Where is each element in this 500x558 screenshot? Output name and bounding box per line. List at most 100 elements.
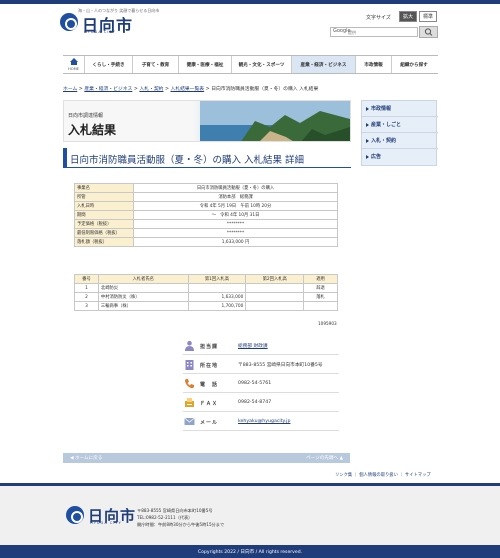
hero-subtitle: 日向市調達情報 bbox=[68, 113, 104, 119]
footer-links[interactable]: リンク集 ｜ 個人情報の取り扱い ｜ サイトマップ bbox=[335, 472, 431, 478]
breadcrumb-results-list[interactable]: 入札結果一覧表 bbox=[171, 87, 205, 92]
global-nav: HOME くらし・手続き 子育て・教育 健康・医療・福祉 観光・文化・スポーツ … bbox=[63, 55, 438, 74]
side-menu-item-ads[interactable]: 広告 bbox=[362, 149, 438, 165]
footer-address: 〒883-8555 宮崎県日向市本町10番5号 bbox=[137, 508, 213, 513]
table-cell: 三輪商事（株） bbox=[97, 301, 189, 311]
info-label: 最低制限価格（税抜） bbox=[74, 228, 134, 238]
city-logo-icon[interactable] bbox=[60, 13, 78, 31]
font-size-label: 文字サイズ bbox=[366, 15, 391, 21]
footer-phone: TEL:0982-52-2111（代表） bbox=[137, 515, 193, 520]
table-cell: 1,700,700 bbox=[187, 301, 247, 311]
nav-item-city-info[interactable]: 市政情報 bbox=[356, 56, 392, 73]
side-menu-item-city-info[interactable]: 市政情報 bbox=[362, 101, 438, 117]
page-title: 日向市消防職員活動服（夏・冬）の購入 入札結果 詳細 bbox=[70, 155, 305, 166]
side-menu-item-industry[interactable]: 産業・しごと bbox=[362, 117, 438, 133]
table-row: 落札額（税抜） 1,633,000 円 bbox=[74, 237, 338, 247]
breadcrumb-current: 日向市消防職員活動服（夏・冬）の購入 入札結果 bbox=[211, 87, 319, 92]
table-cell: 辞退 bbox=[303, 283, 338, 293]
table-row: 2 中村消防防災（株） 1,633,000 落札 bbox=[74, 292, 338, 302]
table-row: 3 三輪商事（株） 1,700,700 bbox=[74, 301, 338, 311]
nav-item-organization[interactable]: 組織から探す bbox=[392, 56, 436, 73]
info-value: 日向市消防職員活動服（夏・冬）の購入 bbox=[133, 183, 338, 193]
contact-dept-link[interactable]: 総務部 財政課 bbox=[238, 343, 268, 349]
font-size-large-button[interactable]: 拡大 bbox=[399, 11, 417, 22]
side-menu-item-bidding[interactable]: 入札・契約 bbox=[362, 133, 438, 149]
table-row: 1 北崎防災 辞退 bbox=[74, 283, 338, 293]
table-row: 事業名 日向市消防職員活動服（夏・冬）の購入 bbox=[74, 183, 338, 193]
fax-icon bbox=[185, 398, 194, 407]
table-cell: 1,633,000 bbox=[187, 292, 247, 302]
info-value: 1,633,000 円 bbox=[133, 237, 338, 247]
page-id-note: 1095903 bbox=[318, 321, 337, 326]
info-value: 消防本部 総務課 bbox=[133, 192, 338, 202]
table-cell: 北崎防災 bbox=[97, 283, 189, 293]
info-label: 期間 bbox=[74, 210, 134, 220]
chevron-up-icon: ▲ bbox=[338, 456, 344, 461]
info-label: 入札日時 bbox=[74, 201, 134, 211]
phone-icon bbox=[185, 379, 194, 389]
column-header: 第1回入札高 bbox=[187, 274, 247, 284]
building-icon bbox=[185, 360, 194, 370]
search-icon bbox=[424, 28, 433, 36]
hero-title: 入札結果 bbox=[68, 123, 117, 137]
contact-phone-label: 電 話 bbox=[200, 382, 219, 388]
font-size-standard-button[interactable]: 標準 bbox=[419, 11, 437, 22]
back-to-top-label: ページの先頭へ bbox=[306, 456, 339, 461]
bidders-table: 番号 入札者氏名 第1回入札高 第2回入札高 適用 1 北崎防災 辞退 2 中村… bbox=[74, 274, 338, 311]
info-label: 所管 bbox=[74, 192, 134, 202]
table-cell bbox=[245, 283, 305, 293]
breadcrumb-separator: > bbox=[78, 87, 83, 92]
breadcrumb-home[interactable]: ホーム bbox=[63, 87, 77, 92]
info-value: ******** bbox=[133, 228, 338, 238]
contact-mail-link[interactable]: kehyaku@hyugacity.jp bbox=[238, 419, 290, 424]
info-value: ******** bbox=[133, 219, 338, 229]
contact-dept-label: 担当課 bbox=[200, 344, 219, 350]
breadcrumb-industry[interactable]: 産業・経済・ビジネス bbox=[84, 87, 132, 92]
breadcrumb: ホーム > 産業・経済・ビジネス > 入札・契約 > 入札結果一覧表 > 日向市… bbox=[63, 85, 318, 92]
table-cell: 落札 bbox=[303, 292, 338, 302]
nav-item-life[interactable]: くらし・手続き bbox=[85, 56, 133, 73]
table-cell bbox=[245, 292, 305, 302]
column-header: 第2回入札高 bbox=[245, 274, 305, 284]
top-accent-bar bbox=[0, 0, 500, 4]
info-label: 落札額（税抜） bbox=[74, 237, 134, 247]
table-row: 所管 消防本部 総務課 bbox=[74, 192, 338, 202]
footer-hours: 開庁時間：午前8時30分から午後5時15分まで bbox=[137, 522, 225, 527]
nav-item-industry[interactable]: 産業・経済・ビジネス bbox=[292, 56, 356, 73]
info-label: 予定価格（税抜） bbox=[74, 219, 134, 229]
home-icon bbox=[70, 58, 78, 65]
back-to-home-label: ホームに戻る bbox=[75, 456, 103, 461]
nav-item-health[interactable]: 健康・医療・福祉 bbox=[179, 56, 232, 73]
contact-mail-label: メール bbox=[200, 420, 219, 426]
contact-fax-label: ＦＡＸ bbox=[200, 401, 219, 407]
contact-address-label: 所在地 bbox=[200, 363, 219, 369]
search-input[interactable] bbox=[348, 28, 416, 36]
footer-logo-icon bbox=[66, 506, 84, 524]
info-value: 令和 4年 5月 19日 午前 10時 20分 bbox=[133, 201, 338, 211]
side-menu: 市政情報 産業・しごと 入札・契約 広告 bbox=[361, 100, 438, 166]
nav-item-tourism[interactable]: 観光・文化・スポーツ bbox=[232, 56, 292, 73]
mail-icon bbox=[184, 417, 195, 425]
table-cell: 3 bbox=[74, 301, 99, 311]
contact-address-value: 〒883-8555 宮崎県日向市本町10番5号 bbox=[238, 363, 323, 368]
copyright-text: Copyrights 2022 / 日向市 / All rights reser… bbox=[197, 550, 303, 555]
back-to-home-link[interactable]: ◀ ホームに戻る bbox=[70, 455, 102, 461]
table-header-row: 番号 入札者氏名 第1回入札高 第2回入札高 適用 bbox=[74, 274, 338, 284]
coastline-photo bbox=[200, 101, 350, 141]
back-to-top-link[interactable]: ページの先頭へ ▲ bbox=[306, 455, 343, 461]
nav-home[interactable]: HOME bbox=[63, 56, 85, 73]
contact-fax-value: 0982-54-8747 bbox=[238, 400, 272, 405]
breadcrumb-separator: > bbox=[164, 87, 169, 92]
table-row: 最低制限価格（税抜） ******** bbox=[74, 228, 338, 238]
table-cell: 2 bbox=[74, 292, 99, 302]
search-button[interactable] bbox=[419, 26, 438, 38]
breadcrumb-separator: > bbox=[133, 87, 138, 92]
breadcrumb-separator: > bbox=[205, 87, 210, 92]
breadcrumb-bidding[interactable]: 入札・契約 bbox=[139, 87, 163, 92]
person-icon bbox=[185, 340, 194, 351]
nav-item-childcare[interactable]: 子育て・教育 bbox=[133, 56, 179, 73]
table-cell bbox=[245, 301, 305, 311]
column-header: 番号 bbox=[74, 274, 99, 284]
table-row: 入札日時 令和 4年 5月 19日 午前 10時 20分 bbox=[74, 201, 338, 211]
city-logo-subtitle: HYUGA CITY bbox=[84, 30, 116, 34]
